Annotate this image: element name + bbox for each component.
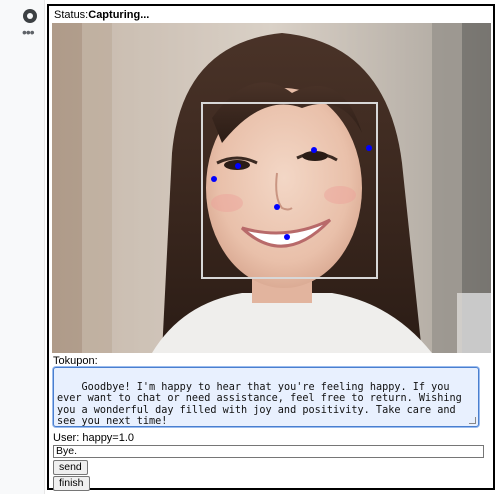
user-message-input[interactable]: Bye. [53, 445, 484, 458]
run-cell-icon[interactable] [23, 9, 37, 23]
camera-feed [52, 23, 491, 353]
status-line: Status:Capturing... [54, 9, 149, 21]
resize-handle-icon[interactable] [469, 417, 476, 424]
landmark-point [311, 147, 317, 153]
notebook-cell-gutter: ••• [0, 0, 45, 494]
status-prefix: Status: [54, 9, 89, 21]
finish-button[interactable]: finish [53, 476, 90, 491]
emotion-chat-panel: Status:Capturing... Tokupon: Goodbye! I'… [47, 4, 495, 491]
bot-response-textarea[interactable]: Goodbye! I'm happy to hear that you're f… [53, 367, 479, 427]
send-button[interactable]: send [53, 460, 88, 475]
landmark-point [274, 204, 280, 210]
landmark-point [235, 163, 241, 169]
camera-frame [52, 23, 491, 353]
bot-label: Tokupon: [53, 355, 98, 367]
bot-response-text: Goodbye! I'm happy to hear that you're f… [57, 381, 468, 427]
status-value: Capturing... [88, 9, 150, 21]
more-options-icon[interactable]: ••• [22, 25, 35, 39]
user-label: User: happy=1.0 [53, 432, 135, 444]
landmark-point [211, 176, 217, 182]
landmark-point [284, 234, 290, 240]
landmark-point [366, 145, 372, 151]
